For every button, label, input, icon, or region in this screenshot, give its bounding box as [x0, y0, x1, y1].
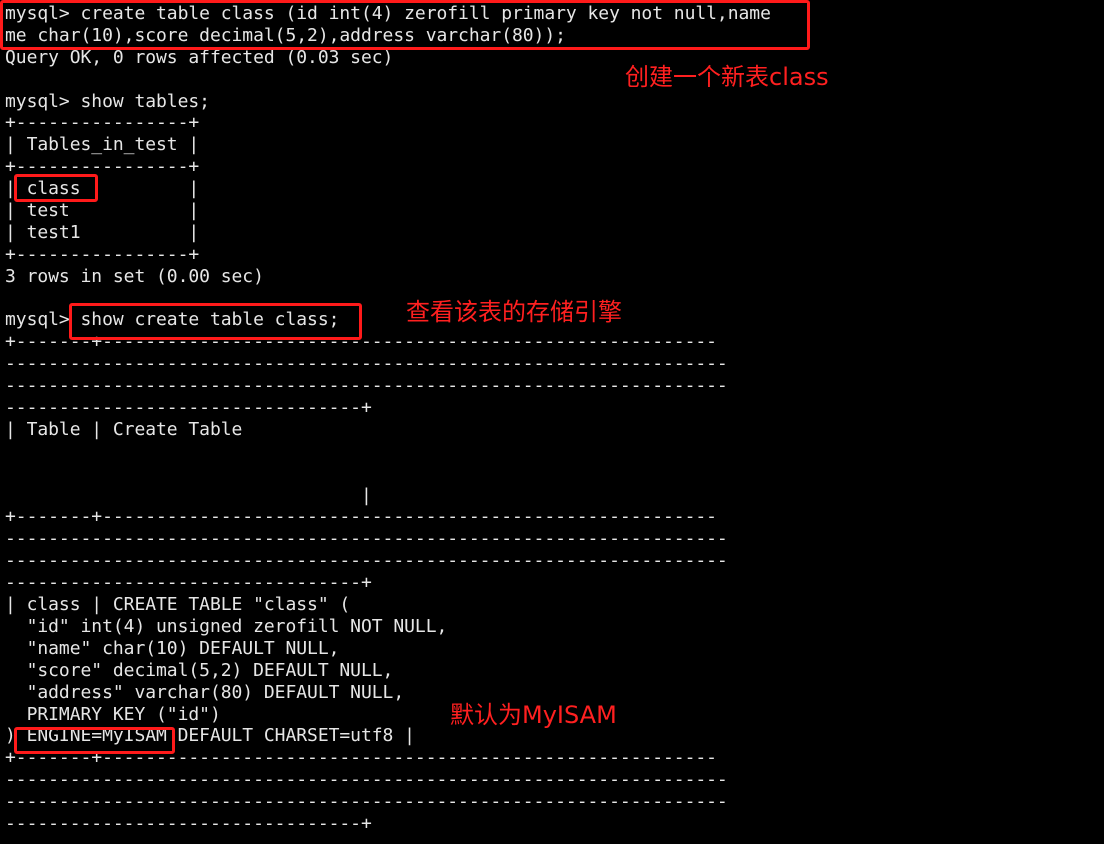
terminal-line: ----------------------------------------…	[5, 791, 728, 813]
terminal-line: | test1 |	[5, 221, 200, 243]
annotation-default-engine: 默认为MyISAM	[450, 701, 617, 729]
terminal-line: +----------------+	[5, 156, 200, 178]
highlight-engine	[14, 727, 175, 754]
terminal-line: +-------+-------------------------------…	[5, 506, 717, 528]
terminal-line: | test |	[5, 200, 200, 222]
terminal-line: | class |	[5, 178, 200, 200]
terminal-line: +----------------+	[5, 243, 200, 265]
terminal-line: +----------------+	[5, 112, 200, 134]
terminal-line: "address" varchar(80) DEFAULT NULL,	[5, 681, 405, 703]
terminal-line: |	[5, 484, 372, 506]
terminal-line: | Table | Create Table	[5, 418, 243, 440]
terminal-line: ---------------------------------+	[5, 572, 372, 594]
annotation-create-table: 创建一个新表class	[625, 63, 829, 91]
terminal-line: ----------------------------------------…	[5, 375, 728, 397]
terminal-line: | class | CREATE TABLE "class" (	[5, 594, 351, 616]
terminal-line: ----------------------------------------…	[5, 550, 728, 572]
terminal-output[interactable]: mysql> create table class (id int(4) zer…	[5, 3, 771, 835]
annotation-show-engine: 查看该表的存储引擎	[406, 298, 622, 326]
terminal-line: ---------------------------------+	[5, 397, 372, 419]
terminal-line: 3 rows in set (0.00 sec)	[5, 265, 264, 287]
terminal-line: "score" decimal(5,2) DEFAULT NULL,	[5, 659, 394, 681]
terminal-line: "name" char(10) DEFAULT NULL,	[5, 637, 340, 659]
highlight-create-command	[0, 0, 810, 50]
highlight-class-row	[14, 174, 98, 202]
terminal-line: mysql> show tables;	[5, 90, 210, 112]
terminal-line: PRIMARY KEY ("id")	[5, 703, 221, 725]
highlight-show-create-command	[69, 303, 362, 340]
terminal-line: ----------------------------------------…	[5, 353, 728, 375]
terminal-line: | Tables_in_test |	[5, 134, 200, 156]
terminal-line: ----------------------------------------…	[5, 769, 728, 791]
terminal-line: ----------------------------------------…	[5, 528, 728, 550]
terminal-line: "id" int(4) unsigned zerofill NOT NULL,	[5, 615, 448, 637]
terminal-line: ---------------------------------+	[5, 812, 372, 834]
